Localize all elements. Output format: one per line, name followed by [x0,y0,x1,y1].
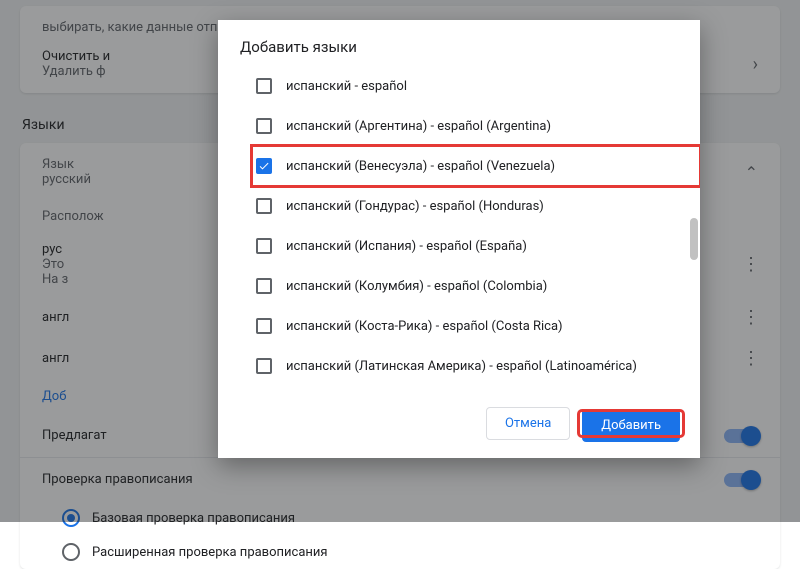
radio-extended[interactable]: Расширенная проверка правописания [20,535,780,569]
language-option-label: испанский (Коста-Рика) - español (Costa … [286,319,563,334]
radio-icon [62,543,80,561]
add-languages-dialog: Добавить языки испанский - españolиспанс… [218,20,700,458]
checkbox-icon[interactable] [256,278,272,294]
language-option[interactable]: испанский (Коста-Рика) - español (Costa … [256,306,700,346]
checkbox-icon[interactable] [256,78,272,94]
checkbox-icon[interactable] [256,198,272,214]
checkbox-icon[interactable] [256,118,272,134]
checkbox-icon[interactable] [256,238,272,254]
language-option[interactable]: испанский (Латинская Америка) - español … [256,346,700,386]
language-option[interactable]: испанский - español [256,66,700,106]
scrollbar-thumb[interactable] [690,218,698,260]
language-option[interactable]: испанский (Колумбия) - español (Colombia… [256,266,700,306]
language-option-label: испанский (Гондурас) - español (Honduras… [286,199,544,214]
language-option-label: испанский (Латинская Америка) - español … [286,359,637,374]
language-option[interactable]: испанский (Гондурас) - español (Honduras… [256,186,700,226]
language-option-label: испанский (Испания) - español (España) [286,239,527,254]
dialog-title: Добавить языки [218,20,700,62]
language-option-label: испанский (Колумбия) - español (Colombia… [286,279,547,294]
language-list[interactable]: испанский - español испанский (Аргентина)… [218,62,700,393]
language-option-label: испанский - español [286,79,407,94]
cancel-button[interactable]: Отмена [486,407,570,440]
language-option[interactable]: испанский (Испания) - español (España) [256,226,700,266]
scrollbar-track[interactable] [690,108,698,393]
add-button-highlight: Добавить [580,412,682,435]
checkbox-icon[interactable] [256,318,272,334]
checkbox-icon[interactable] [256,358,272,374]
checkbox-checked-icon[interactable] [256,158,272,174]
language-option[interactable]: испанский (Венесуэла) - español (Venezue… [252,146,700,186]
language-option[interactable]: испанский (Аргентина) - español (Argenti… [256,106,700,146]
language-option-label: испанский (Аргентина) - español (Argenti… [286,119,551,134]
language-option-label: испанский (Венесуэла) - español (Venezue… [286,159,555,174]
add-button[interactable]: Добавить [582,409,680,442]
